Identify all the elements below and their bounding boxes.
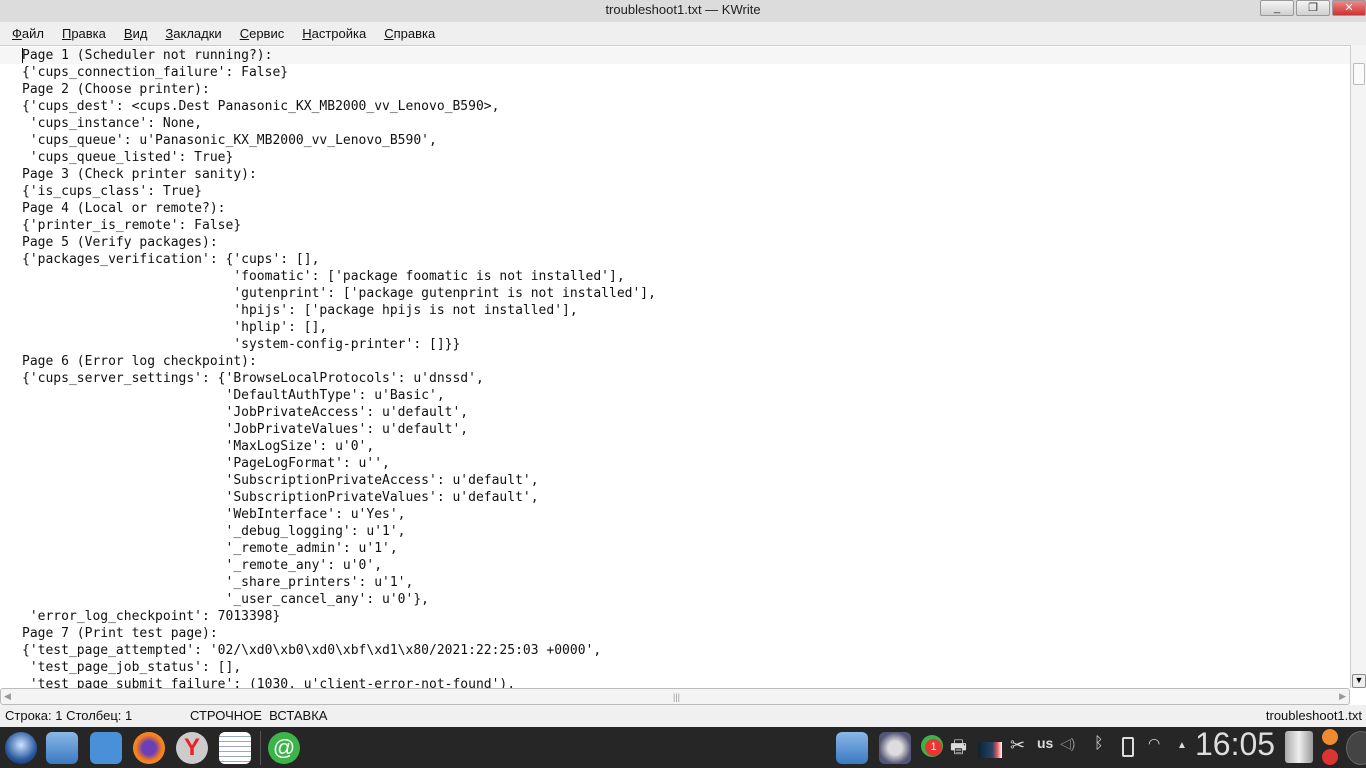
clock[interactable]: 16:05 xyxy=(1195,726,1275,763)
document-text[interactable]: Page 1 (Scheduler not running?): {'cups_… xyxy=(22,47,656,688)
title-bar: troubleshoot1.txt — KWrite _ ❐ ✕ xyxy=(0,0,1366,22)
battery-icon[interactable] xyxy=(1122,737,1134,757)
scroll-right-arrow-icon[interactable]: ▶ xyxy=(1339,691,1346,702)
system-settings-icon[interactable] xyxy=(879,732,911,764)
menu-bar: Файл Правка Вид Закладки Сервис Настройк… xyxy=(0,22,1366,45)
menu-file[interactable]: Файл xyxy=(12,22,44,45)
downloads-folder-icon[interactable] xyxy=(836,732,868,764)
taskbar: Y @ 1 🖶 ✂ us ◁) ᛒ ◠ ▲ 16:05 xyxy=(0,726,1366,768)
file-manager-icon[interactable] xyxy=(46,732,78,764)
printer-icon[interactable]: 🖶 xyxy=(950,735,967,765)
desktop-toolbox-icon[interactable] xyxy=(1346,731,1366,765)
mail-agent-icon[interactable]: @ xyxy=(268,732,300,764)
menu-view[interactable]: Вид xyxy=(124,22,148,45)
lock-icon[interactable] xyxy=(1322,729,1338,745)
vertical-scrollbar[interactable]: ▼ xyxy=(1350,45,1366,688)
tray-expand-arrow-icon[interactable]: ▲ xyxy=(1177,740,1187,751)
text-editor-app-icon[interactable] xyxy=(90,732,122,764)
horizontal-scrollbar[interactable]: ◀ ||| ▶ xyxy=(0,688,1350,705)
menu-edit[interactable]: Правка xyxy=(62,22,106,45)
scroll-left-arrow-icon[interactable]: ◀ xyxy=(4,691,11,702)
status-bar: Строка: 1 Столбец: 1 СТРОЧНОЕ ВСТАВКА tr… xyxy=(0,705,1366,727)
menu-bookmarks[interactable]: Закладки xyxy=(165,22,221,45)
vertical-scroll-thumb[interactable] xyxy=(1353,63,1365,85)
cursor-position: Строка: 1 Столбец: 1 xyxy=(5,708,133,723)
status-filename: troubleshoot1.txt xyxy=(1265,708,1362,723)
window-title: troubleshoot1.txt — KWrite xyxy=(605,2,761,17)
app-launcher-icon[interactable] xyxy=(5,732,37,764)
edit-mode[interactable]: СТРОЧНОЕ ВСТАВКА xyxy=(190,705,327,727)
minimize-button[interactable]: _ xyxy=(1260,0,1294,16)
notepad-icon[interactable] xyxy=(219,732,251,764)
menu-tools[interactable]: Сервис xyxy=(240,22,285,45)
close-button[interactable]: ✕ xyxy=(1332,0,1366,16)
scroll-down-arrow-icon[interactable]: ▼ xyxy=(1352,674,1366,688)
bluetooth-icon[interactable]: ᛒ xyxy=(1094,735,1104,753)
flag-icon[interactable] xyxy=(978,742,1002,758)
firefox-icon[interactable] xyxy=(133,732,165,764)
keyboard-layout-indicator[interactable]: us xyxy=(1037,735,1053,751)
yandex-browser-icon[interactable]: Y xyxy=(176,732,208,764)
maximize-button[interactable]: ❐ xyxy=(1296,0,1330,16)
menu-help[interactable]: Справка xyxy=(384,22,435,45)
wifi-icon[interactable]: ◠ xyxy=(1148,735,1160,752)
text-cursor xyxy=(22,48,23,63)
power-icon[interactable] xyxy=(1322,749,1338,765)
horizontal-scroll-grip-icon[interactable]: ||| xyxy=(673,692,680,702)
notification-badge: 1 xyxy=(925,739,942,756)
text-editor[interactable]: Page 1 (Scheduler not running?): {'cups_… xyxy=(0,45,1350,688)
trash-icon[interactable] xyxy=(1285,731,1313,763)
taskbar-separator xyxy=(260,731,261,765)
volume-icon[interactable]: ◁) xyxy=(1060,735,1075,752)
scissors-icon[interactable]: ✂ xyxy=(1010,735,1025,756)
menu-settings[interactable]: Настройка xyxy=(302,22,366,45)
